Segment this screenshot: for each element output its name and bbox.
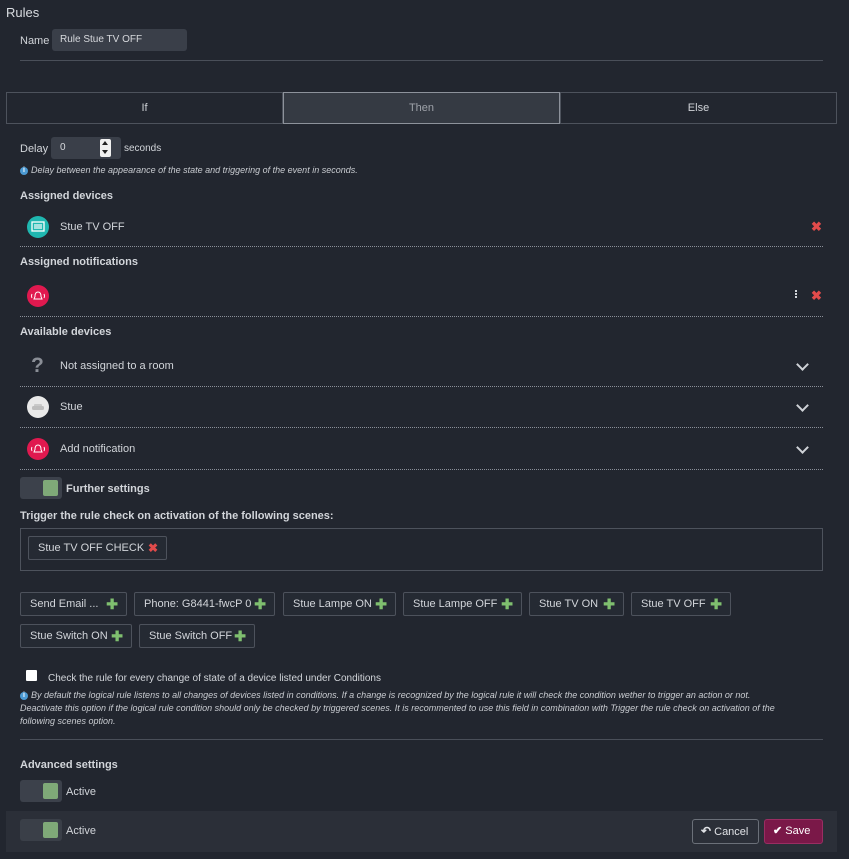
available-scene-chip[interactable]: Stue TV OFF ✚ — [631, 592, 731, 616]
more-options-icon[interactable] — [795, 290, 797, 298]
chevron-down-icon[interactable] — [796, 441, 809, 454]
device-group-label: Stue — [60, 401, 83, 413]
delay-unit: seconds — [124, 143, 162, 154]
assigned-devices-heading: Assigned devices — [20, 190, 113, 202]
add-icon[interactable]: ✚ — [254, 593, 266, 615]
delay-input[interactable]: 0 — [51, 137, 121, 159]
tab-else[interactable]: Else — [560, 92, 837, 124]
divider — [20, 246, 823, 247]
selected-scenes-box[interactable]: Stue TV OFF CHECK ✖ — [20, 528, 823, 571]
add-icon[interactable]: ✚ — [603, 593, 615, 615]
bell-icon — [27, 285, 49, 307]
undo-icon: ↶ — [701, 824, 712, 838]
divider — [20, 316, 823, 317]
device-group-label: Add notification — [60, 443, 136, 455]
advanced-settings-heading: Advanced settings — [20, 759, 118, 771]
available-scene-chip[interactable]: Stue Lampe OFF ✚ — [403, 592, 522, 616]
hint-line: following scenes option. — [20, 716, 116, 726]
selected-scene-chip: Stue TV OFF CHECK ✖ — [28, 536, 167, 560]
stepper-up-icon[interactable] — [102, 141, 108, 145]
add-icon[interactable]: ✚ — [501, 593, 513, 615]
hint-line: By default the logical rule listens to a… — [31, 690, 751, 700]
trigger-scenes-heading: Trigger the rule check on activation of … — [20, 510, 334, 522]
rule-active-label: Active — [66, 825, 96, 837]
scene-label: Stue TV ON — [539, 598, 599, 610]
available-scene-chip[interactable]: Phone: G8441-fwcP 0 ✚ — [134, 592, 275, 616]
bell-icon — [27, 438, 49, 460]
available-scene-chip[interactable]: Stue Switch ON ✚ — [20, 624, 132, 648]
name-label: Name — [20, 35, 50, 47]
available-devices-heading: Available devices — [20, 326, 112, 338]
divider — [20, 60, 823, 61]
advanced-active-label: Active — [66, 786, 96, 798]
delay-hint-text: Delay between the appearance of the stat… — [31, 165, 358, 175]
divider — [20, 739, 823, 740]
save-label: Save — [785, 825, 811, 837]
further-settings-toggle[interactable] — [20, 477, 62, 499]
add-icon[interactable]: ✚ — [106, 593, 118, 615]
assigned-notifications-heading: Assigned notifications — [20, 256, 138, 268]
toggle-knob — [43, 480, 58, 496]
sofa-icon — [27, 396, 49, 418]
rule-active-toggle[interactable] — [20, 819, 62, 841]
scene-label: Stue TV OFF — [641, 598, 706, 610]
scene-label: Stue Lampe ON — [293, 598, 372, 610]
check-every-change-label: Check the rule for every change of state… — [48, 673, 381, 684]
remove-device-icon[interactable]: ✖ — [811, 219, 822, 235]
available-scene-chip[interactable]: Stue TV ON ✚ — [529, 592, 624, 616]
toggle-knob — [43, 783, 58, 799]
delay-label: Delay — [20, 143, 49, 155]
tab-then[interactable]: Then — [283, 92, 560, 124]
assigned-device-label: Stue TV OFF — [60, 221, 125, 233]
tv-scene-icon — [27, 216, 49, 238]
remove-notification-icon[interactable]: ✖ — [811, 288, 822, 304]
chevron-down-icon[interactable] — [796, 358, 809, 371]
tab-bar: If Then Else — [6, 92, 837, 124]
cancel-button[interactable]: ↶ Cancel — [692, 819, 759, 844]
available-scene-chip[interactable]: Stue Switch OFF ✚ — [139, 624, 255, 648]
scene-label: Stue Switch OFF — [149, 630, 233, 642]
divider — [20, 469, 823, 470]
rule-name-input[interactable]: Rule Stue TV OFF — [52, 29, 187, 51]
scene-label: Stue Switch ON — [30, 630, 108, 642]
scene-label: Phone: G8441-fwcP 0 — [144, 598, 252, 610]
further-settings-label: Further settings — [66, 483, 150, 495]
device-group-add-notification[interactable]: Add notification — [20, 428, 823, 469]
device-group-stue[interactable]: Stue — [20, 387, 823, 427]
save-button[interactable]: ✔ Save — [764, 819, 823, 844]
check-icon: ✔ — [773, 825, 783, 837]
toggle-knob — [43, 822, 58, 838]
chevron-down-icon[interactable] — [796, 399, 809, 412]
scene-label: Stue TV OFF CHECK — [38, 542, 145, 554]
scene-label: Stue Lampe OFF — [413, 598, 498, 610]
cancel-label: Cancel — [714, 826, 749, 838]
remove-scene-icon[interactable]: ✖ — [148, 537, 158, 559]
tab-if[interactable]: If — [6, 92, 283, 124]
device-group-unassigned[interactable]: ? Not assigned to a room — [20, 346, 823, 386]
page-title: Rules — [6, 5, 40, 20]
stepper-arrows[interactable] — [100, 139, 111, 157]
add-icon[interactable]: ✚ — [111, 625, 123, 647]
scene-label: Send Email ... — [30, 598, 99, 610]
check-every-change-checkbox[interactable] — [26, 670, 37, 681]
add-icon[interactable]: ✚ — [710, 593, 722, 615]
delay-hint: i Delay between the appearance of the sta… — [20, 164, 358, 177]
footer-bar: Active ↶ Cancel ✔ Save — [6, 811, 837, 852]
delay-value: 0 — [60, 142, 66, 153]
advanced-active-toggle[interactable] — [20, 780, 62, 802]
device-group-label: Not assigned to a room — [60, 360, 174, 372]
info-icon: i — [20, 691, 28, 700]
add-icon[interactable]: ✚ — [375, 593, 387, 615]
available-scene-chip[interactable]: Stue Lampe ON ✚ — [283, 592, 396, 616]
info-icon: i — [20, 166, 28, 175]
available-scene-chip[interactable]: Send Email ... ✚ — [20, 592, 127, 616]
question-icon: ? — [31, 354, 44, 377]
hint-line: Deactivate this option if the logical ru… — [20, 703, 775, 713]
stepper-down-icon[interactable] — [102, 150, 108, 154]
check-every-change-hint: i By default the logical rule listens to … — [20, 689, 830, 728]
add-icon[interactable]: ✚ — [234, 625, 246, 647]
